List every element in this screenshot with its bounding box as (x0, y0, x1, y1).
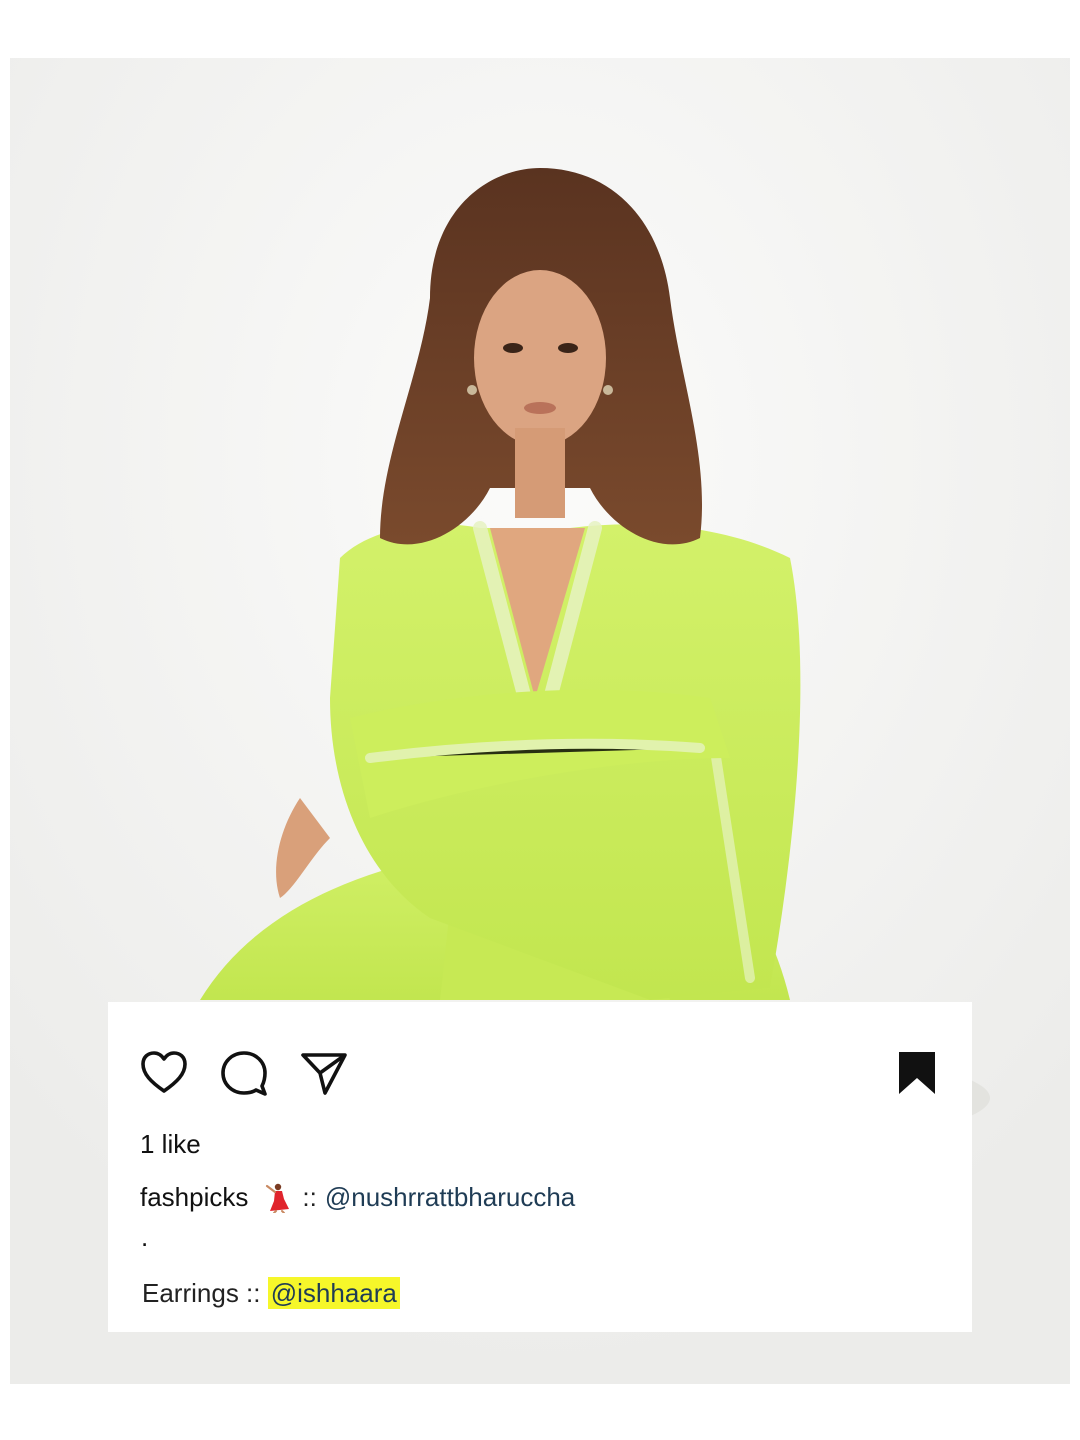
earrings-mention[interactable]: @ishhaara (267, 1277, 400, 1309)
comment-icon[interactable] (219, 1048, 269, 1098)
share-icon[interactable] (299, 1048, 349, 1098)
likes-count[interactable]: 1 like (140, 1129, 201, 1160)
caption-username[interactable]: fashpicks (140, 1182, 248, 1213)
bookmark-icon[interactable] (892, 1048, 942, 1098)
caption-separator: :: (302, 1182, 317, 1212)
earrings-credit: Earrings :: @ishhaara (142, 1277, 400, 1309)
earrings-label: Earrings :: (142, 1278, 261, 1308)
caption-mention[interactable]: @nushrrattbharuccha (325, 1182, 575, 1213)
post-card: 1 like fashpicks :: @nushrrattbharuccha … (108, 1002, 972, 1332)
heart-icon[interactable] (139, 1048, 189, 1098)
post-caption: fashpicks :: @nushrrattbharuccha (140, 1182, 575, 1214)
dancer-icon (262, 1183, 290, 1214)
caption-dot: . (141, 1222, 149, 1252)
